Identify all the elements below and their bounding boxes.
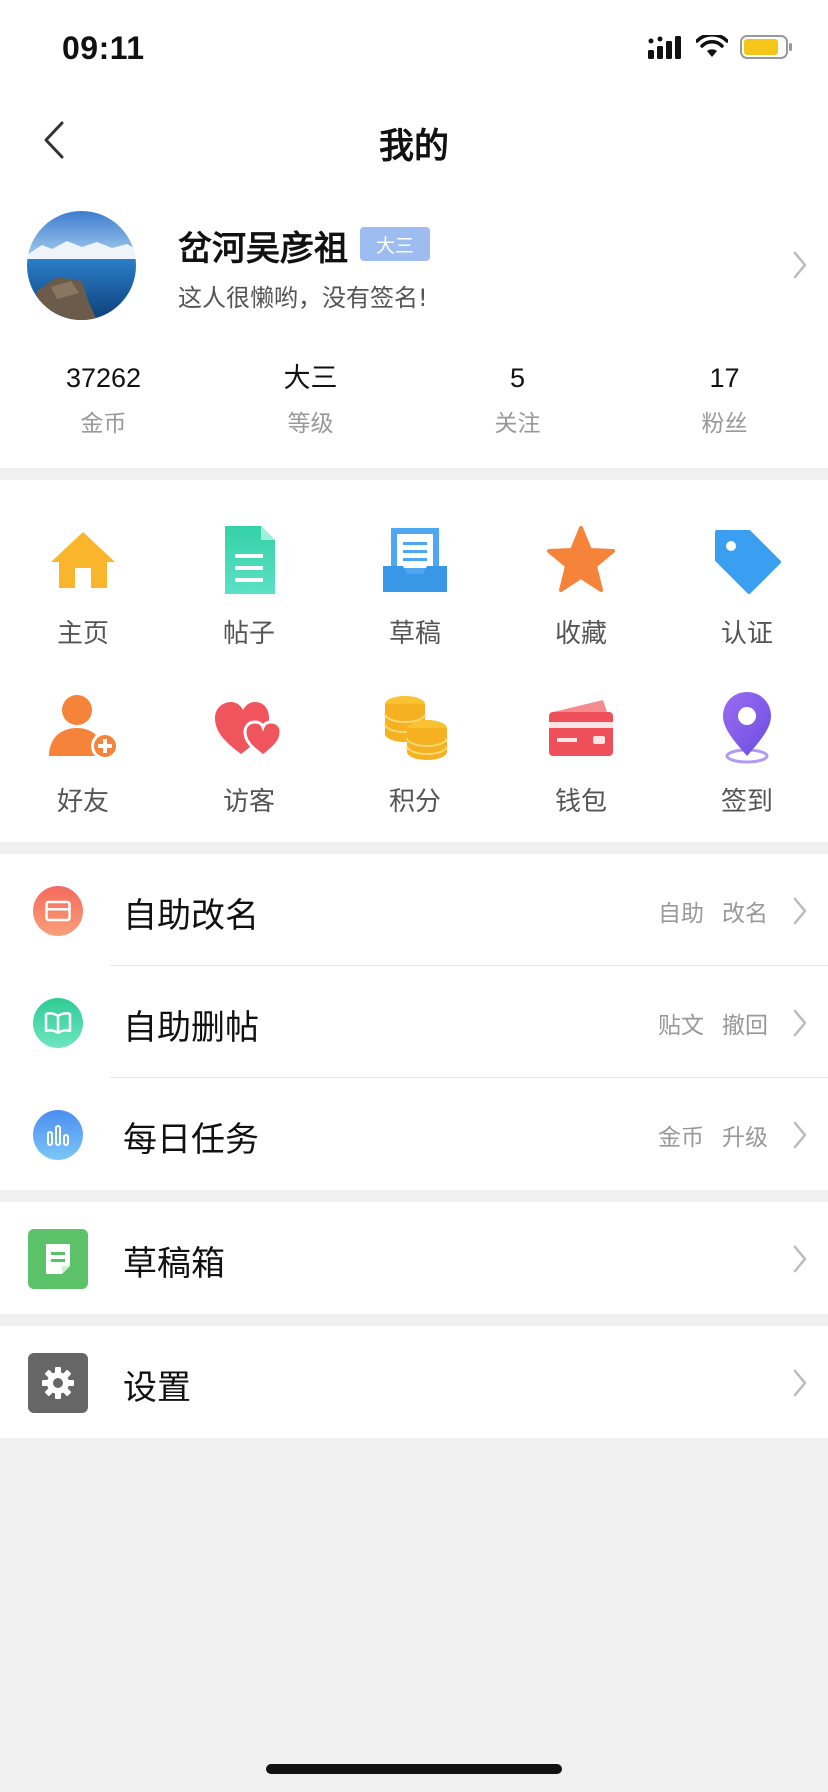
status-bar: 09:11 <box>0 0 828 90</box>
wallet-icon <box>549 700 613 756</box>
stat-label: 关注 <box>494 411 541 437</box>
book-icon <box>33 998 83 1048</box>
menu-tags: 自助 改名 <box>658 894 768 928</box>
tag-icon <box>715 530 781 594</box>
grid-item-posts[interactable]: 帖子 <box>166 480 332 649</box>
stat-value: 17 <box>709 363 740 393</box>
stat-level[interactable]: 大三 等级 <box>207 360 414 460</box>
stat-value: 5 <box>509 363 526 393</box>
chevron-right-icon <box>793 897 807 925</box>
profile-header[interactable]: 岔河吴彦祖 大三 这人很懒哟，没有签名! <box>0 190 828 340</box>
battery-icon <box>740 35 792 59</box>
home-icon <box>51 532 115 588</box>
grid-item-friends[interactable]: 好友 <box>0 648 166 817</box>
menu-tag: 金币 <box>658 1125 704 1151</box>
home-indicator[interactable] <box>266 1764 562 1774</box>
stat-following[interactable]: 5 关注 <box>414 360 621 460</box>
stat-label: 粉丝 <box>701 411 748 437</box>
stat-value: 37262 <box>65 363 142 393</box>
coins-icon <box>384 696 448 760</box>
chevron-right-icon <box>793 251 807 279</box>
page-title: 我的 <box>378 127 449 167</box>
feature-grid: 主页 帖子 草稿 收藏 认证 好友 访客 积分 钱包 签到 <box>0 480 828 842</box>
menu-group-services: 自助改名 自助 改名 自助删帖 贴文 撤回 每日任务 金币 升级 <box>0 854 828 1190</box>
add-friend-icon <box>49 695 119 760</box>
menu-tag: 贴文 <box>658 1013 704 1039</box>
level-badge: 大三 <box>360 227 430 261</box>
grid-label: 收藏 <box>554 619 607 649</box>
menu-title: 自助删帖 <box>123 1008 259 1048</box>
avatar[interactable] <box>27 211 136 320</box>
chevron-right-icon <box>793 1009 807 1037</box>
stat-label: 等级 <box>287 411 334 437</box>
nav-bar: 我的 <box>0 90 828 190</box>
grid-item-verify[interactable]: 认证 <box>664 480 828 649</box>
menu-item-settings[interactable]: 设置 <box>0 1326 828 1438</box>
menu-title: 草稿箱 <box>123 1244 225 1284</box>
menu-tag: 自助 <box>658 901 704 927</box>
note-icon <box>28 1229 88 1289</box>
profile-card: 岔河吴彦祖 大三 这人很懒哟，没有签名! 37262 金币 大三 等级 5 关注… <box>0 190 828 468</box>
grid-label: 钱包 <box>554 787 607 817</box>
stats-row: 37262 金币 大三 等级 5 关注 17 粉丝 <box>0 360 828 460</box>
menu-title: 每日任务 <box>123 1120 259 1160</box>
grid-label: 签到 <box>720 787 773 817</box>
menu-tag: 升级 <box>722 1125 768 1151</box>
grid-label: 访客 <box>222 787 275 817</box>
menu-group-drafts: 草稿箱 <box>0 1202 828 1314</box>
menu-group-settings: 设置 <box>0 1326 828 1438</box>
wifi-icon <box>696 35 728 57</box>
chevron-right-icon <box>793 1121 807 1149</box>
grid-label: 草稿 <box>388 619 441 649</box>
avatar-image <box>27 211 136 320</box>
draft-tray-icon <box>383 528 447 592</box>
grid-item-checkin[interactable]: 签到 <box>664 648 828 817</box>
menu-item-rename[interactable]: 自助改名 自助 改名 <box>0 854 828 966</box>
menu-title: 自助改名 <box>123 896 259 936</box>
chevron-right-icon <box>793 1245 807 1273</box>
status-icons <box>648 34 794 60</box>
signature: 这人很懒哟，没有签名! <box>178 284 428 312</box>
grid-item-wallet[interactable]: 钱包 <box>498 648 664 817</box>
bar-chart-icon <box>33 1110 83 1160</box>
hearts-icon <box>215 702 283 758</box>
stat-value: 大三 <box>283 363 338 393</box>
menu-item-drafts[interactable]: 草稿箱 <box>0 1202 828 1314</box>
menu-title: 设置 <box>123 1368 191 1408</box>
menu-tags: 金币 升级 <box>658 1118 768 1152</box>
stat-followers[interactable]: 17 粉丝 <box>621 360 828 460</box>
grid-item-favorites[interactable]: 收藏 <box>498 480 664 649</box>
star-icon <box>547 526 615 592</box>
grid-label: 积分 <box>388 787 441 817</box>
menu-tag: 改名 <box>722 901 768 927</box>
menu-item-delete-post[interactable]: 自助删帖 贴文 撤回 <box>0 966 828 1078</box>
gear-icon <box>28 1353 88 1413</box>
grid-item-points[interactable]: 积分 <box>332 648 498 817</box>
grid-item-drafts[interactable]: 草稿 <box>332 480 498 649</box>
grid-label: 帖子 <box>222 619 275 649</box>
stat-coins[interactable]: 37262 金币 <box>0 360 207 460</box>
menu-item-daily-tasks[interactable]: 每日任务 金币 升级 <box>0 1078 828 1190</box>
stat-label: 金币 <box>80 411 127 437</box>
grid-label: 认证 <box>720 619 773 649</box>
chevron-right-icon <box>793 1369 807 1397</box>
grid-item-visitors[interactable]: 访客 <box>166 648 332 817</box>
signal-icon <box>648 36 681 59</box>
grid-label: 好友 <box>56 787 109 817</box>
grid-label: 主页 <box>56 619 109 649</box>
status-time: 09:11 <box>62 30 145 66</box>
location-pin-icon <box>723 692 771 764</box>
username: 岔河吴彦祖 <box>178 229 348 269</box>
menu-tags: 贴文 撤回 <box>658 1006 768 1040</box>
menu-tag: 撤回 <box>722 1013 768 1039</box>
card-icon <box>33 886 83 936</box>
grid-item-home[interactable]: 主页 <box>0 480 166 649</box>
document-icon <box>225 526 275 594</box>
